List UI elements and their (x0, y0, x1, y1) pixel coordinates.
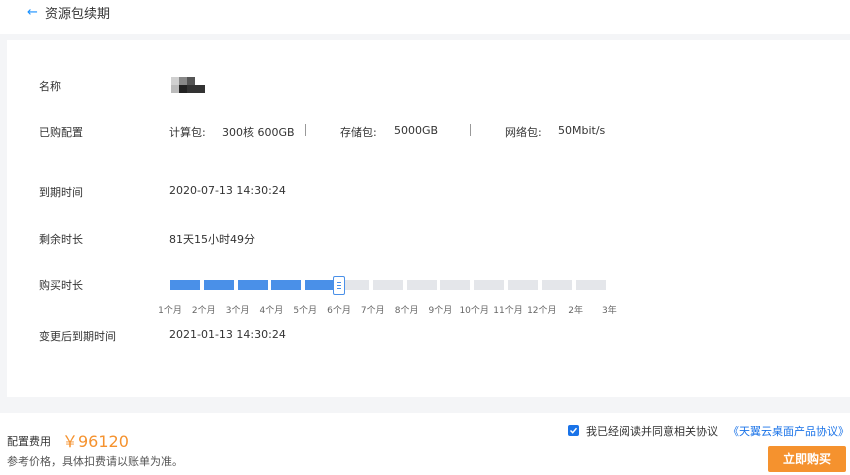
duration-segment[interactable] (406, 280, 437, 290)
remaining-label: 剩余时长 (39, 233, 83, 246)
duration-tick-label[interactable]: 1个月 (158, 303, 182, 316)
checkout-footer: 配置费用 ￥96120 参考价格，具体扣费请以账单为准。 我已经阅读并同意相关协… (0, 413, 850, 475)
duration-tick-label[interactable]: 11个月 (493, 303, 522, 316)
network-value: 50Mbit/s (558, 124, 606, 137)
remaining-time: 81天15小时49分 (169, 233, 255, 246)
config-details: 计算包: 300核 600GB 存储包: 5000GB 网络包: 50Mbit/… (169, 124, 669, 139)
fee-note: 参考价格，具体扣费请以账单为准。 (7, 455, 183, 468)
storage-label: 存储包: (340, 126, 377, 139)
network-label: 网络包: (505, 126, 542, 139)
divider (470, 124, 471, 136)
compute-value: 300核 600GB (222, 126, 295, 139)
duration-segment[interactable] (541, 280, 572, 290)
duration-segment[interactable] (508, 280, 538, 290)
duration-tick-label[interactable]: 5个月 (293, 303, 317, 316)
duration-tick-label[interactable]: 6个月 (327, 303, 351, 316)
name-label: 名称 (39, 80, 61, 93)
checkmark-icon (569, 427, 578, 434)
duration-segment[interactable] (474, 280, 505, 290)
duration-segment[interactable] (575, 280, 606, 290)
duration-tick-label[interactable]: 3年 (602, 303, 617, 316)
duration-tick-label[interactable]: 2个月 (192, 303, 216, 316)
storage-value: 5000GB (394, 124, 439, 137)
duration-slider[interactable] (170, 276, 610, 295)
duration-segment[interactable] (372, 280, 403, 290)
fee-amount: ￥96120 (62, 432, 129, 451)
buy-now-button[interactable]: 立即购买 (768, 446, 846, 472)
duration-tick-label[interactable]: 7个月 (361, 303, 385, 316)
config-label: 已购配置 (39, 126, 83, 139)
name-value-redacted (167, 75, 207, 93)
duration-segment[interactable] (237, 280, 268, 290)
fee-label: 配置费用 (7, 435, 51, 448)
compute-label: 计算包: (169, 126, 206, 139)
duration-tick-label[interactable]: 9个月 (429, 303, 453, 316)
expire-time: 2020-07-13 14:30:24 (169, 184, 286, 197)
duration-segment[interactable] (305, 280, 336, 290)
duration-slider-handle[interactable] (333, 276, 345, 295)
renewal-form-card: 名称 已购配置 计算包: 300核 600GB 存储包: 5000GB 网络包:… (7, 40, 850, 397)
agree-checkbox[interactable] (568, 425, 579, 436)
page-header: ← 资源包续期 (0, 0, 850, 34)
duration-segment[interactable] (271, 280, 302, 290)
duration-tick-label[interactable]: 2年 (568, 303, 583, 316)
page-title: 资源包续期 (45, 7, 111, 22)
duration-tick-label[interactable]: 3个月 (226, 303, 250, 316)
back-arrow-icon[interactable]: ← (27, 5, 38, 20)
agree-text: 我已经阅读并同意相关协议 (586, 425, 718, 438)
duration-tick-label[interactable]: 10个月 (459, 303, 488, 316)
duration-tick-label[interactable]: 12个月 (527, 303, 556, 316)
duration-segment[interactable] (440, 280, 471, 290)
expire-label: 到期时间 (39, 186, 83, 199)
new-expire-time: 2021-01-13 14:30:24 (169, 328, 286, 341)
duration-label: 购买时长 (39, 279, 83, 292)
agreement-link[interactable]: 《天翼云桌面产品协议》 (728, 423, 849, 439)
divider (305, 124, 306, 136)
duration-segment[interactable] (203, 280, 234, 290)
duration-segment[interactable] (170, 280, 200, 290)
duration-tick-label[interactable]: 8个月 (395, 303, 419, 316)
duration-tick-label[interactable]: 4个月 (260, 303, 284, 316)
new-expire-label: 变更后到期时间 (39, 330, 116, 343)
